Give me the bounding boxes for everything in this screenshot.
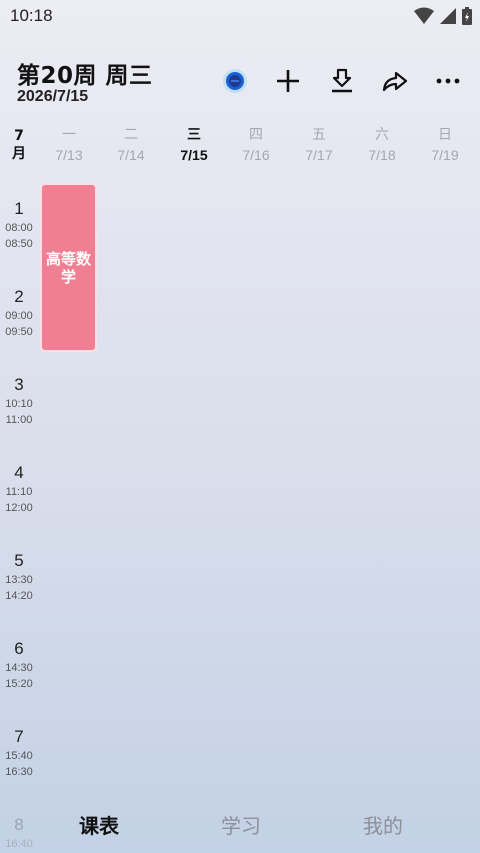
period-end: 16:30: [5, 766, 33, 778]
header: 第20周 周三 2026/7/15: [0, 34, 480, 124]
month-label: 7 月: [0, 127, 38, 163]
day-sat[interactable]: 六 7/18: [351, 125, 413, 165]
period-end: 12:00: [5, 502, 33, 514]
period-number: 3: [14, 375, 24, 394]
period-number: 4: [14, 463, 24, 482]
status-icons: [414, 7, 472, 29]
day-name: 二: [124, 127, 138, 143]
period-2: 2 09:00 09:50: [0, 286, 38, 340]
period-start: 09:00: [5, 310, 33, 322]
day-thu[interactable]: 四 7/16: [225, 125, 287, 165]
period-number: 2: [14, 287, 24, 306]
day-name: 六: [375, 127, 389, 143]
status-time: 10:18: [10, 6, 53, 25]
period-end: 09:50: [5, 326, 33, 338]
bottom-nav: 课表 学习 我的: [0, 800, 480, 850]
day-fri[interactable]: 五 7/17: [288, 125, 350, 165]
day-tue[interactable]: 二 7/14: [100, 125, 162, 165]
day-date: 7/19: [431, 147, 459, 163]
nav-schedule[interactable]: 课表: [39, 810, 159, 839]
period-end: 08:50: [5, 238, 33, 250]
day-date: 7/14: [117, 147, 145, 163]
period-end: 15:20: [5, 678, 33, 690]
period-1: 1 08:00 08:50: [0, 198, 38, 252]
period-number: 1: [14, 199, 24, 218]
day-date: 7/17: [305, 147, 333, 163]
period-3: 3 10:10 11:00: [0, 374, 38, 428]
month-number: 7: [14, 128, 24, 144]
period-4: 4 11:10 12:00: [0, 462, 38, 516]
period-start: 10:10: [5, 398, 33, 410]
nav-study[interactable]: 学习: [181, 810, 301, 839]
period-5: 5 13:30 14:20: [0, 550, 38, 604]
day-date: 7/16: [242, 147, 270, 163]
period-start: 15:40: [5, 750, 33, 762]
period-start: 08:00: [5, 222, 33, 234]
course-card[interactable]: 高等数学: [40, 183, 97, 352]
battery-icon: [462, 7, 472, 29]
period-end: 11:00: [5, 414, 33, 426]
more-icon[interactable]: [431, 64, 465, 98]
nav-me[interactable]: 我的: [323, 810, 443, 839]
plus-icon[interactable]: [271, 64, 305, 98]
day-date: 7/15: [180, 147, 208, 163]
period-number: 6: [14, 639, 24, 658]
course-name: 高等数学: [45, 249, 91, 286]
day-name: 三: [187, 127, 201, 143]
current-date: 2026/7/15: [17, 88, 89, 105]
day-name: 四: [249, 127, 263, 143]
week-days-row: 7 月 一 7/13 二 7/14 三 7/15 四 7/16 五 7/17 六…: [0, 125, 480, 173]
period-number: 7: [14, 727, 24, 746]
day-date: 7/18: [368, 147, 396, 163]
signal-icon: [440, 7, 456, 29]
day-name: 日: [438, 127, 452, 143]
period-6: 6 14:30 15:20: [0, 638, 38, 692]
day-date: 7/13: [55, 147, 83, 163]
wifi-icon: [414, 7, 434, 29]
period-start: 11:10: [5, 486, 33, 498]
week-title: 第20周 周三: [17, 63, 153, 89]
period-7: 7 15:40 16:30: [0, 726, 38, 780]
day-sun[interactable]: 日 7/19: [414, 125, 476, 165]
theme-dot-icon[interactable]: [218, 64, 252, 98]
month-unit: 月: [12, 146, 26, 162]
day-mon[interactable]: 一 7/13: [38, 125, 100, 165]
download-icon[interactable]: [325, 64, 359, 98]
period-start: 14:30: [5, 662, 33, 674]
day-wed[interactable]: 三 7/15: [163, 125, 225, 165]
period-start: 13:30: [5, 574, 33, 586]
period-number: 5: [14, 551, 24, 570]
share-icon[interactable]: [378, 64, 412, 98]
day-name: 一: [62, 127, 76, 143]
day-name: 五: [312, 127, 326, 143]
status-bar: 10:18: [0, 0, 480, 34]
period-end: 14:20: [5, 590, 33, 602]
